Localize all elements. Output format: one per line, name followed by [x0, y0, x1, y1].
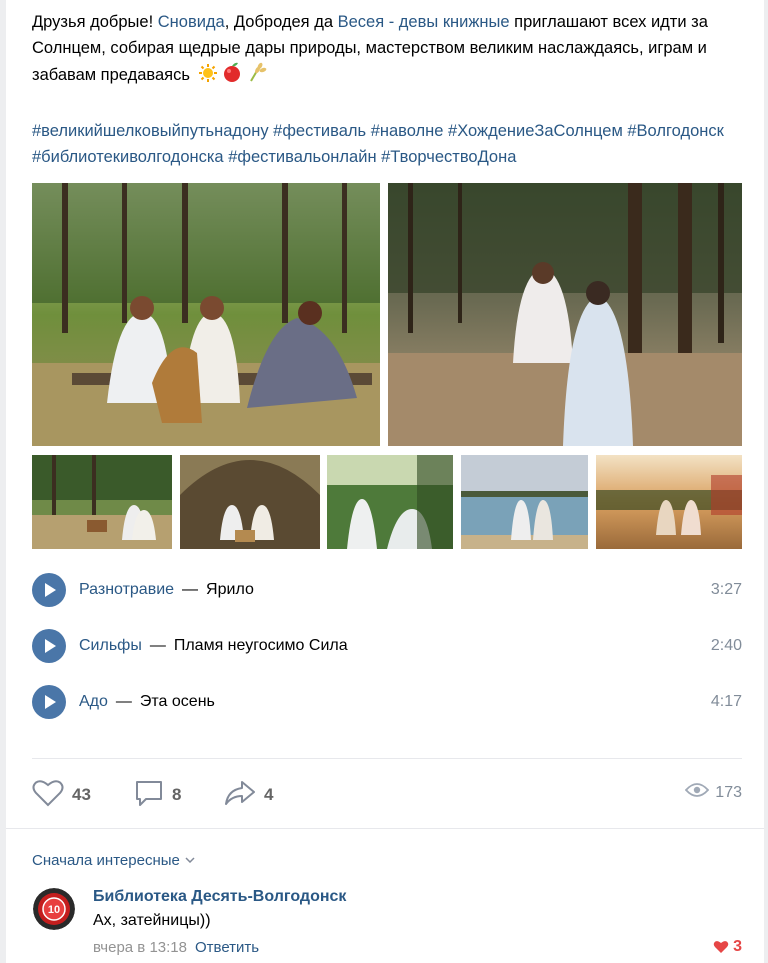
share-button[interactable]: 4 — [224, 780, 273, 810]
track-name: Эта осень — [139, 693, 215, 710]
comments-sort[interactable]: Сначала интересные — [32, 850, 195, 869]
comment-count: 8 — [172, 785, 182, 804]
photo-small-5[interactable] — [596, 455, 742, 549]
track-duration: 4:17 — [710, 693, 742, 710]
reply-button[interactable]: Ответить — [195, 939, 259, 956]
photo-large-2[interactable] — [388, 183, 742, 446]
divider — [6, 828, 764, 829]
apple-icon — [221, 61, 243, 92]
heart-icon — [32, 779, 64, 812]
comment-author[interactable]: Библиотека Десять-Волгодонск — [93, 888, 346, 906]
track-title[interactable]: Адо — Эта осень — [79, 693, 215, 711]
audio-track[interactable]: Адо — Эта осень 4:17 — [32, 685, 742, 721]
photo-large-1[interactable] — [32, 183, 380, 446]
track-name: Ярило — [206, 581, 254, 598]
track-title[interactable]: Разнотравие — Ярило — [79, 581, 254, 599]
play-icon[interactable] — [32, 629, 66, 663]
wheat-icon — [246, 61, 268, 92]
comment-text: Ах, затейницы)) — [93, 912, 211, 929]
photo-small-3[interactable] — [327, 455, 453, 549]
track-artist[interactable]: Сильфы — [79, 637, 142, 654]
comment-button[interactable]: 8 — [134, 780, 181, 810]
play-icon[interactable] — [32, 685, 66, 719]
play-icon[interactable] — [32, 573, 66, 607]
mention-link[interactable]: Сновида — [158, 13, 225, 31]
post-text-part: Друзья добрые! — [32, 13, 158, 31]
track-dash: — — [182, 581, 199, 598]
track-name: Пламя неугосимо Сила — [173, 637, 348, 654]
post-card: Друзья добрые! Сновида, Добродея да Весе… — [6, 0, 764, 963]
track-title[interactable]: Сильфы — Пламя неугосимо Сила — [79, 637, 348, 655]
avatar[interactable]: 10 — [33, 888, 75, 930]
track-artist[interactable]: Разнотравие — [79, 581, 174, 598]
audio-track[interactable]: Разнотравие — Ярило 3:27 — [32, 573, 742, 609]
share-icon — [224, 779, 256, 812]
comment-meta: вчера в 13:18 Ответить — [93, 939, 259, 956]
track-dash: — — [115, 693, 132, 710]
photo-small-2[interactable] — [180, 455, 320, 549]
audio-track[interactable]: Сильфы — Пламя неугосимо Сила 2:40 — [32, 629, 742, 665]
heart-icon — [713, 940, 729, 954]
like-count: 43 — [72, 785, 91, 804]
divider — [32, 758, 742, 759]
mention-link[interactable]: Весея - девы книжные — [338, 13, 510, 31]
comment-like-count: 3 — [733, 938, 742, 955]
chevron-down-icon — [185, 850, 195, 867]
avatar-label: 10 — [48, 904, 60, 916]
track-duration: 3:27 — [710, 581, 742, 598]
views-counter: 173 — [685, 782, 742, 803]
photo-small-1[interactable] — [32, 455, 172, 549]
track-dash: — — [149, 637, 166, 654]
sort-label: Сначала интересные — [32, 852, 180, 869]
hashtags[interactable]: #великийшелковыйпутьнадону #фестиваль #н… — [32, 118, 744, 170]
comment-icon — [134, 779, 164, 812]
post-text: Друзья добрые! Сновида, Добродея да Весе… — [32, 10, 732, 92]
post-text-part: , Добродея да — [224, 13, 338, 31]
comment-time[interactable]: вчера в 13:18 — [93, 939, 187, 956]
share-count: 4 — [264, 785, 274, 804]
track-artist[interactable]: Адо — [79, 693, 108, 710]
eye-icon — [685, 782, 710, 803]
comment-like-button[interactable]: 3 — [713, 938, 742, 956]
track-duration: 2:40 — [710, 637, 742, 654]
sun-icon — [198, 63, 218, 92]
views-count: 173 — [715, 783, 742, 801]
like-button[interactable]: 43 — [32, 779, 91, 812]
photo-small-4[interactable] — [461, 455, 588, 549]
